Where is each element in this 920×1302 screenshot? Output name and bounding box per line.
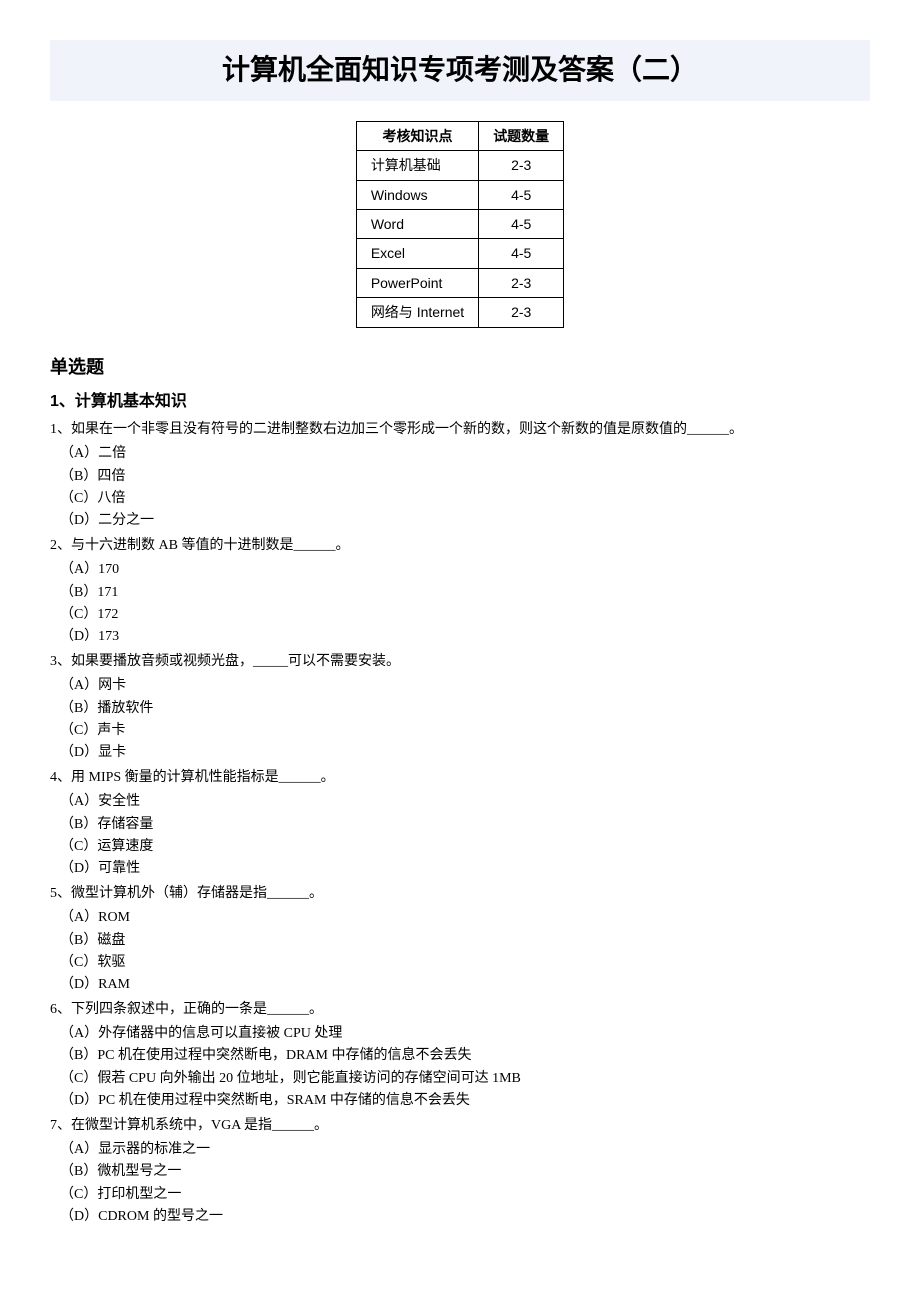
question-block: 5、微型计算机外（辅）存储器是指______。 （A）ROM （B）磁盘 （C）…	[50, 883, 870, 997]
option: （A）外存储器中的信息可以直接被 CPU 处理	[60, 1023, 870, 1045]
option: （B）播放软件	[60, 698, 870, 720]
option: （A）安全性	[60, 791, 870, 813]
cell-count: 4-5	[479, 180, 564, 209]
question-stem: 3、如果要播放音频或视频光盘，_____可以不需要安装。	[50, 651, 870, 673]
option: （B）磁盘	[60, 930, 870, 952]
question-block: 3、如果要播放音频或视频光盘，_____可以不需要安装。 （A）网卡 （B）播放…	[50, 651, 870, 765]
option: （C）打印机型之一	[60, 1184, 870, 1206]
option: （A）二倍	[60, 443, 870, 465]
option: （A）170	[60, 559, 870, 581]
question-stem: 2、与十六进制数 AB 等值的十进制数是______。	[50, 535, 870, 557]
option: （C）假若 CPU 向外输出 20 位地址，则它能直接访问的存储空间可达 1MB	[60, 1068, 870, 1090]
option: （B）存储容量	[60, 814, 870, 836]
cell-topic: PowerPoint	[356, 268, 478, 297]
question-stem: 1、如果在一个非零且没有符号的二进制整数右边加三个零形成一个新的数，则这个新数的…	[50, 419, 870, 441]
header-topic: 考核知识点	[356, 121, 478, 150]
table-row: Windows 4-5	[356, 180, 563, 209]
page-title: 计算机全面知识专项考测及答案（二）	[222, 48, 698, 93]
question-block: 4、用 MIPS 衡量的计算机性能指标是______。 （A）安全性 （B）存储…	[50, 767, 870, 881]
question-stem: 6、下列四条叙述中，正确的一条是______。	[50, 999, 870, 1021]
cell-topic: Word	[356, 209, 478, 238]
option: （D）二分之一	[60, 510, 870, 532]
option: （C）八倍	[60, 488, 870, 510]
cell-topic: 计算机基础	[356, 151, 478, 180]
cell-topic: 网络与 Internet	[356, 298, 478, 327]
option: （D）PC 机在使用过程中突然断电，SRAM 中存储的信息不会丢失	[60, 1090, 870, 1112]
option: （B）PC 机在使用过程中突然断电，DRAM 中存储的信息不会丢失	[60, 1045, 870, 1067]
option: （B）四倍	[60, 466, 870, 488]
option: （C）声卡	[60, 720, 870, 742]
option: （D）RAM	[60, 974, 870, 996]
option: （A）显示器的标准之一	[60, 1139, 870, 1161]
question-stem: 5、微型计算机外（辅）存储器是指______。	[50, 883, 870, 905]
question-stem: 4、用 MIPS 衡量的计算机性能指标是______。	[50, 767, 870, 789]
question-stem: 7、在微型计算机系统中，VGA 是指______。	[50, 1115, 870, 1137]
option: （A）网卡	[60, 675, 870, 697]
option: （C）172	[60, 604, 870, 626]
table-row: Word 4-5	[356, 209, 563, 238]
question-block: 6、下列四条叙述中，正确的一条是______。 （A）外存储器中的信息可以直接被…	[50, 999, 870, 1113]
cell-topic: Excel	[356, 239, 478, 268]
table-row: PowerPoint 2-3	[356, 268, 563, 297]
table-row: 网络与 Internet 2-3	[356, 298, 563, 327]
option: （C）运算速度	[60, 836, 870, 858]
option: （A）ROM	[60, 907, 870, 929]
option: （D）可靠性	[60, 858, 870, 880]
option: （B）微机型号之一	[60, 1161, 870, 1183]
option: （C）软驱	[60, 952, 870, 974]
cell-count: 2-3	[479, 268, 564, 297]
header-count: 试题数量	[479, 121, 564, 150]
question-block: 7、在微型计算机系统中，VGA 是指______。 （A）显示器的标准之一 （B…	[50, 1115, 870, 1229]
option: （D）CDROM 的型号之一	[60, 1206, 870, 1228]
section-heading: 单选题	[50, 353, 870, 382]
option: （D）173	[60, 626, 870, 648]
subsection-heading: 1、计算机基本知识	[50, 389, 870, 415]
table-row: Excel 4-5	[356, 239, 563, 268]
question-block: 2、与十六进制数 AB 等值的十进制数是______。 （A）170 （B）17…	[50, 535, 870, 649]
cell-count: 4-5	[479, 239, 564, 268]
cell-count: 2-3	[479, 298, 564, 327]
question-block: 1、如果在一个非零且没有符号的二进制整数右边加三个零形成一个新的数，则这个新数的…	[50, 419, 870, 533]
cell-count: 2-3	[479, 151, 564, 180]
table-row: 计算机基础 2-3	[356, 151, 563, 180]
summary-table: 考核知识点 试题数量 计算机基础 2-3 Windows 4-5 Word 4-…	[356, 121, 564, 328]
title-bar: 计算机全面知识专项考测及答案（二）	[50, 40, 870, 101]
table-header-row: 考核知识点 试题数量	[356, 121, 563, 150]
cell-topic: Windows	[356, 180, 478, 209]
cell-count: 4-5	[479, 209, 564, 238]
option: （D）显卡	[60, 742, 870, 764]
option: （B）171	[60, 582, 870, 604]
